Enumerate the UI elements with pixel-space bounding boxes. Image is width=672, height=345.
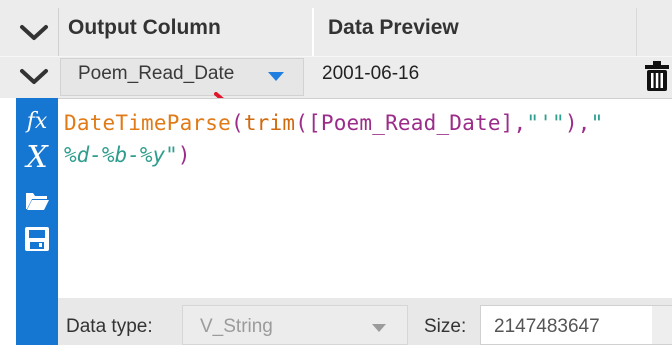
header-divider (312, 8, 314, 56)
output-column-header[interactable]: Output Column (68, 16, 221, 40)
paren: ) (177, 143, 191, 167)
collapse-row-chevron-icon[interactable] (14, 62, 54, 90)
delete-trash-icon[interactable] (644, 60, 670, 92)
data-type-label: Data type: (66, 316, 153, 337)
dropdown-arrow-icon[interactable] (268, 72, 284, 81)
header-divider (636, 8, 637, 56)
size-value: 2147483647 (494, 316, 600, 337)
output-column-value: Poem_Read_Date (78, 63, 235, 84)
expression-line-1: DateTimeParse(trim([Poem_Read_Date],"'")… (64, 111, 603, 135)
header-divider (58, 8, 59, 56)
paren: ( (230, 111, 244, 135)
field-reference: [Poem_Read_Date] (308, 111, 514, 135)
function-name: trim (243, 111, 296, 135)
variable-icon[interactable]: X (19, 140, 55, 174)
string-literal: "'" (526, 111, 565, 135)
collapse-all-chevron-icon[interactable] (14, 18, 54, 46)
function-icon[interactable]: fx (19, 104, 55, 138)
paren: ( (295, 111, 309, 135)
expression-line-2: %d-%b-%y") (64, 143, 190, 167)
string-literal: %d-%b-%y" (64, 143, 178, 167)
save-icon[interactable] (19, 222, 55, 256)
svg-text:fx: fx (25, 109, 48, 134)
size-label: Size: (424, 316, 467, 337)
size-spinner[interactable] (652, 306, 672, 344)
comma: , (513, 111, 527, 135)
string-literal: " (590, 111, 604, 135)
data-preview-value: 2001-06-16 (322, 63, 420, 84)
open-folder-icon[interactable] (19, 184, 55, 218)
function-name: DateTimeParse (64, 111, 231, 135)
data-preview-header[interactable]: Data Preview (328, 16, 459, 40)
data-type-dropdown-arrow-icon[interactable] (372, 324, 386, 332)
svg-text:X: X (24, 141, 49, 173)
paren: ), (564, 111, 591, 135)
data-type-value: V_String (200, 316, 273, 337)
